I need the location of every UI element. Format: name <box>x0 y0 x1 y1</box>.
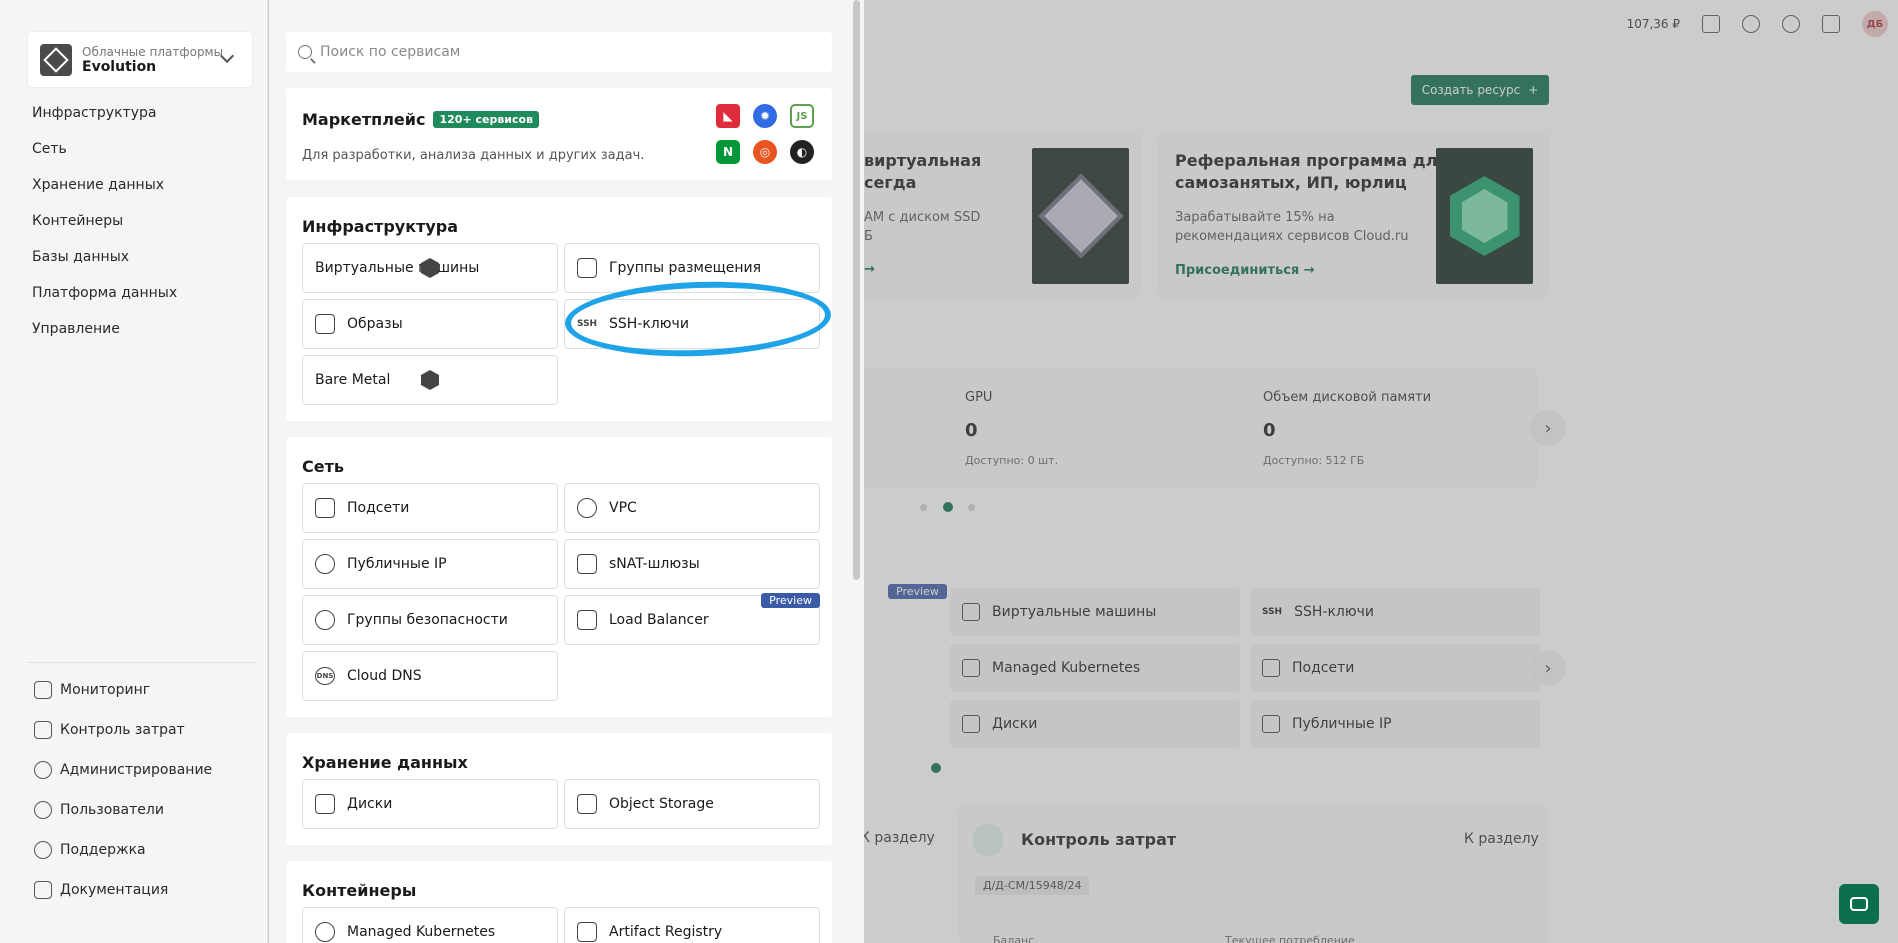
tile-vpc[interactable]: VPC <box>564 483 820 533</box>
vpc-icon <box>577 498 597 518</box>
nodejs-icon: JS <box>790 104 814 128</box>
tile-public-ip[interactable]: Публичные IP <box>302 539 558 589</box>
tile-managed-kubernetes[interactable]: Managed Kubernetes <box>302 907 558 943</box>
marketplace-card[interactable]: Маркетплейс 120+ сервисов Для разработки,… <box>286 88 832 180</box>
document-icon <box>34 881 52 899</box>
nav-monitoring[interactable]: Мониторинг <box>34 681 150 699</box>
nav-item-management[interactable]: Управление <box>32 321 120 337</box>
tile-bare-metal[interactable]: Bare Metal <box>302 355 558 405</box>
network-section: Сеть Подсети VPC Публичные IP sNAT-шлюзы… <box>286 437 832 717</box>
nav-item-containers[interactable]: Контейнеры <box>32 213 123 229</box>
nav-item-data-platform[interactable]: Платформа данных <box>32 285 177 301</box>
nav-administration[interactable]: Администрирование <box>34 761 212 779</box>
nav-cost-control[interactable]: Контроль затрат <box>34 721 185 739</box>
ip-pin-icon <box>315 554 335 574</box>
users-icon <box>34 801 52 819</box>
tile-images[interactable]: Образы <box>302 299 558 349</box>
kubernetes-icon: ✹ <box>753 104 777 128</box>
containers-title: Контейнеры <box>302 881 417 900</box>
tile-virtual-machines[interactable]: Виртуальные машины <box>302 243 558 293</box>
load-balancer-icon <box>577 610 597 630</box>
storage-section: Хранение данных Диски Object Storage <box>286 733 832 845</box>
evolution-logo-icon <box>40 43 72 76</box>
panel-scrollbar[interactable] <box>853 0 860 580</box>
gear-icon <box>34 761 52 779</box>
tile-artifact-registry[interactable]: Artifact Registry <box>564 907 820 943</box>
tile-subnets[interactable]: Подсети <box>302 483 558 533</box>
network-icon <box>315 498 335 518</box>
headset-icon <box>34 841 52 859</box>
tile-security-groups[interactable]: Группы безопасности <box>302 595 558 645</box>
search-input[interactable] <box>320 44 800 60</box>
containers-section: Контейнеры Managed Kubernetes Artifact R… <box>286 861 832 943</box>
wallet-icon <box>34 721 52 739</box>
tile-object-storage[interactable]: Object Storage <box>564 779 820 829</box>
tile-snat-gateways[interactable]: sNAT-шлюзы <box>564 539 820 589</box>
nginx-icon: N <box>716 140 740 164</box>
gateway-icon <box>577 554 597 574</box>
bucket-icon <box>577 794 597 814</box>
security-icon <box>315 610 335 630</box>
storage-title: Хранение данных <box>302 753 468 772</box>
marketplace-title: Маркетплейс 120+ сервисов <box>302 110 540 129</box>
mongodb-icon: ◐ <box>790 140 814 164</box>
platform-selector[interactable]: Облачные платформы Evolution <box>28 32 252 87</box>
nav-item-databases[interactable]: Базы данных <box>32 249 129 265</box>
dns-icon: DNS <box>315 667 335 685</box>
infrastructure-title: Инфраструктура <box>302 217 459 236</box>
nav-users[interactable]: Пользователи <box>34 801 164 819</box>
services-count-badge: 120+ сервисов <box>433 111 540 128</box>
nav-item-storage[interactable]: Хранение данных <box>32 177 164 193</box>
network-title: Сеть <box>302 457 344 476</box>
left-navigation: Облачные платформы Evolution Инфраструкт… <box>0 0 268 943</box>
nav-item-infrastructure[interactable]: Инфраструктура <box>32 105 156 121</box>
chat-icon <box>1850 897 1868 911</box>
nav-divider <box>28 662 256 663</box>
kubernetes-icon <box>315 922 335 942</box>
ubuntu-icon: ◎ <box>753 140 777 164</box>
registry-icon <box>577 922 597 942</box>
tile-cloud-dns[interactable]: DNS Cloud DNS <box>302 651 558 701</box>
platform-name: Evolution <box>82 58 157 75</box>
nav-item-network[interactable]: Сеть <box>32 141 67 157</box>
monitoring-icon <box>34 681 52 699</box>
search-icon <box>298 45 312 59</box>
disk-icon <box>315 794 335 814</box>
chat-button[interactable] <box>1839 884 1879 924</box>
copy-icon <box>577 258 597 278</box>
redis-icon: ◣ <box>716 104 740 128</box>
tile-load-balancer[interactable]: Load Balancer Preview <box>564 593 820 645</box>
image-frame-icon <box>315 314 335 334</box>
nav-documentation[interactable]: Документация <box>34 881 168 899</box>
server-cube-icon <box>421 370 439 390</box>
service-search[interactable] <box>286 32 832 72</box>
platform-caption: Облачные платформы <box>82 44 224 59</box>
services-panel: Маркетплейс120+ сервисов Для разработки,… <box>269 0 864 943</box>
marketplace-subtitle: Для разработки, анализа данных и других … <box>302 148 645 163</box>
nav-support[interactable]: Поддержка <box>34 841 146 859</box>
preview-badge: Preview <box>761 593 820 608</box>
tile-disks[interactable]: Диски <box>302 779 558 829</box>
